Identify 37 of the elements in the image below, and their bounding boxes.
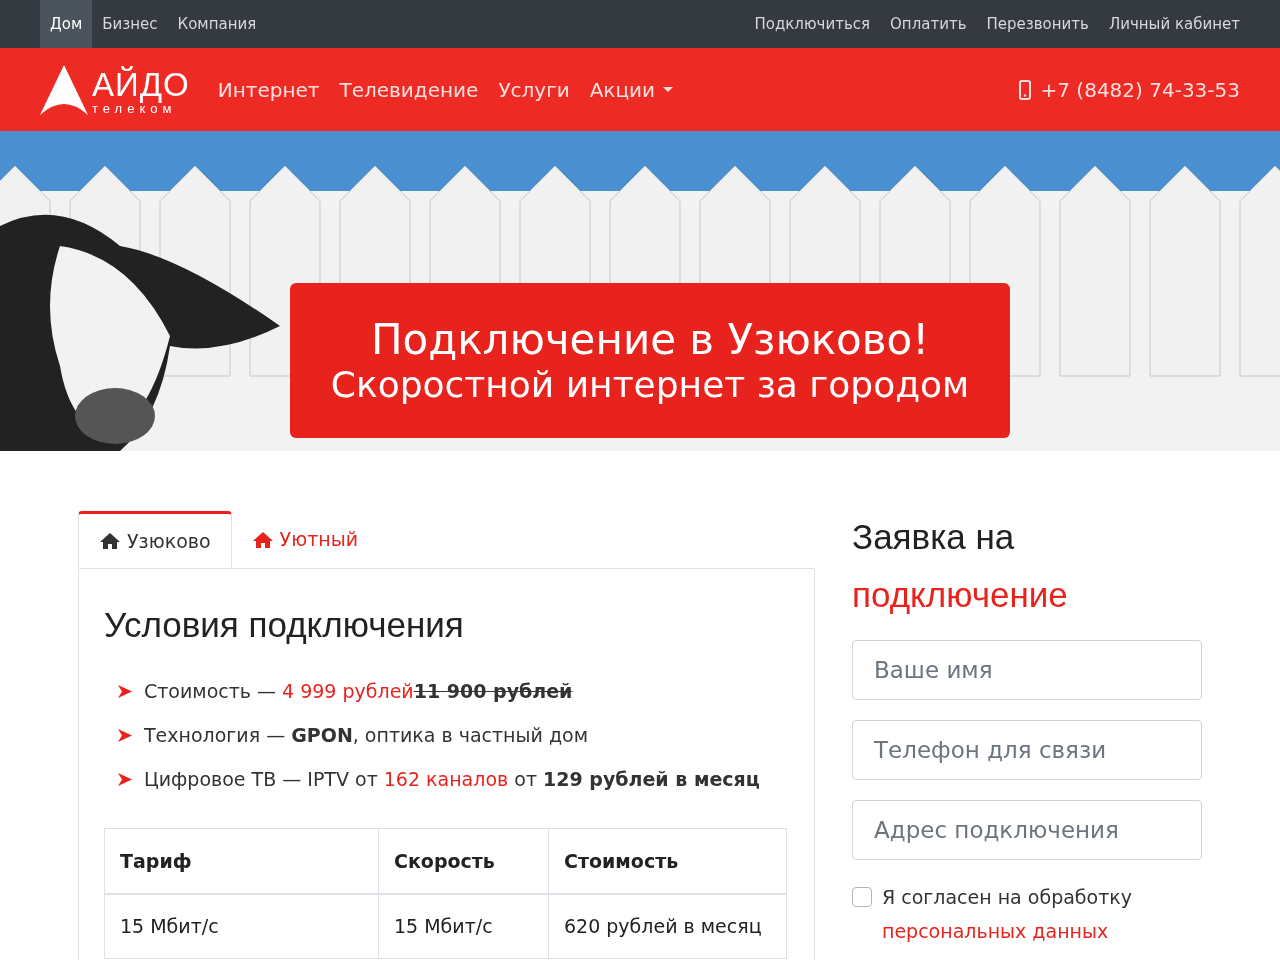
column-header: Стоимость	[548, 828, 787, 894]
consent-text: Я согласен на обработку	[882, 885, 1132, 910]
condition-text: Цифровое ТВ — IPTV от 162 каналов от 129 рублей в месяц	[144, 767, 760, 793]
input-field[interactable]: Телефон для связи	[852, 720, 1202, 780]
arrow-icon	[118, 685, 132, 698]
banner-subtitle: Скоростной интернет за городом	[330, 366, 970, 403]
input-field[interactable]: Ваше имя	[852, 640, 1202, 700]
consent-link[interactable]: персональных данных	[882, 914, 1132, 948]
tab[interactable]: Уютный	[231, 511, 379, 568]
form-title: Заявка на	[852, 516, 1016, 558]
nav-link[interactable]: Оплатить	[890, 12, 967, 36]
nav-link[interactable]: Подключиться	[754, 12, 871, 36]
home-icon	[99, 532, 121, 550]
arrow-icon	[118, 773, 132, 786]
column-header: Тариф	[104, 828, 379, 894]
column-header: Скорость	[378, 828, 549, 894]
condition-text: Стоимость — 4 999 рублей 11 900 рублей	[144, 679, 573, 705]
nav-link[interactable]: Личный кабинет	[1108, 12, 1240, 36]
nav-link[interactable]: Перезвонить	[986, 12, 1089, 36]
logo[interactable]: АЙДО телеком	[40, 64, 190, 115]
banner-title: Подключение в Узюково!	[370, 318, 930, 361]
input-field[interactable]: Адрес подключения	[852, 800, 1202, 860]
section-title: Условия подключения	[104, 604, 465, 646]
nav-link[interactable]: Бизнес	[92, 0, 168, 48]
condition-text: Технология — GPON, оптика в частный дом	[144, 723, 588, 749]
nav-link[interactable]: Компания	[167, 0, 267, 48]
form-title-accent: подключение	[852, 574, 1069, 616]
table-cell: 620 рублей в месяц	[548, 894, 787, 958]
logo-icon	[40, 64, 88, 115]
table-cell: 15 Мбит/с	[378, 894, 549, 958]
nav-link[interactable]: Дом	[40, 0, 93, 48]
tab[interactable]: Узюково	[78, 511, 232, 568]
home-icon	[251, 530, 274, 549]
table-cell: 15 Мбит/с	[104, 894, 379, 958]
arrow-icon	[118, 729, 132, 742]
checkbox[interactable]	[852, 887, 872, 907]
phone-icon	[1018, 79, 1031, 100]
